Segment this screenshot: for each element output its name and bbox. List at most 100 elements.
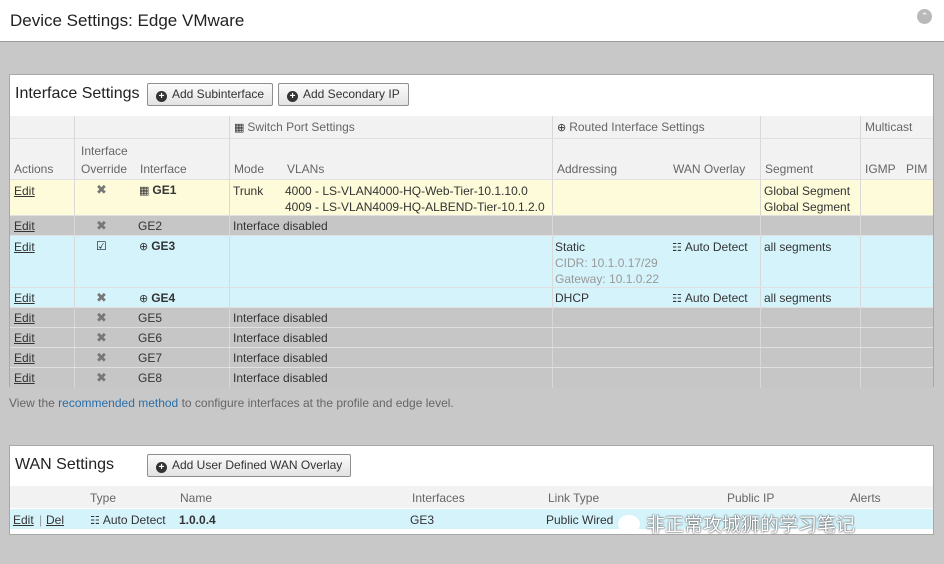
col-igmp: IGMP	[865, 162, 896, 176]
segment-value: all segments	[764, 240, 832, 254]
interface-name: GE2	[138, 219, 163, 233]
interface-name: GE1	[152, 183, 177, 197]
add-secondary-ip-label: Add Secondary IP	[303, 87, 400, 101]
col-pim: PIM	[906, 162, 928, 176]
col-override-line2: Override	[81, 162, 128, 176]
plus-circle-icon: +	[156, 91, 167, 102]
auto-detect-icon: ☷	[90, 515, 100, 527]
override-checked-icon[interactable]: ☑	[96, 239, 107, 253]
watermark: 非正常攻城狮的学习笔记	[618, 510, 855, 537]
wan-col-name: Name	[180, 491, 213, 505]
edit-link[interactable]: Edit	[14, 331, 35, 345]
switch-port-header: Switch Port Settings	[247, 120, 355, 134]
edit-link[interactable]: Edit	[14, 184, 35, 198]
interface-status: Interface disabled	[233, 371, 328, 385]
table-row: Edit ✖ GE5 Interface disabled	[10, 308, 933, 328]
table-row: Edit ✖ ▦ GE1 Trunk 4000 - LS-VLAN4000-HQ-…	[10, 180, 933, 216]
plus-circle-icon: +	[156, 462, 167, 473]
watermark-text: 非正常攻城狮的学习笔记	[646, 515, 856, 536]
recommended-method-link[interactable]: recommended method	[58, 396, 178, 410]
edit-link[interactable]: Edit	[14, 219, 35, 233]
wan-edit-link[interactable]: Edit	[13, 513, 34, 527]
interface-name: GE8	[138, 371, 163, 385]
add-wan-overlay-label: Add User Defined WAN Overlay	[172, 458, 343, 472]
mode-value: Trunk	[233, 184, 264, 198]
edit-link[interactable]: Edit	[14, 291, 35, 305]
plus-circle-icon: +	[287, 91, 298, 102]
edit-link[interactable]: Edit	[14, 311, 35, 325]
note-prefix: View the	[9, 396, 55, 410]
col-addressing: Addressing	[557, 162, 618, 176]
wan-type-value: Auto Detect	[102, 513, 166, 527]
column-header-row: Actions Interface Override Interface Mod…	[10, 139, 933, 180]
wan-delete-link[interactable]: Del	[46, 513, 64, 527]
override-off-icon[interactable]: ✖	[96, 370, 107, 386]
vlan-value: 4009 - LS-VLAN4009-HQ-ALBEND-Tier-10.1.2…	[285, 200, 545, 214]
wan-col-link-type: Link Type	[548, 491, 600, 505]
interface-status: Interface disabled	[233, 219, 328, 233]
multicast-header: Multicast	[865, 120, 913, 134]
wechat-icon	[618, 515, 640, 533]
edit-link[interactable]: Edit	[14, 351, 35, 365]
cidr-value: CIDR: 10.1.0.17/29	[555, 256, 658, 270]
table-row: Edit ✖ GE6 Interface disabled	[10, 328, 933, 348]
table-row: Edit ✖ GE2 Interface disabled	[10, 216, 933, 236]
switch-port-icon: ▦	[234, 122, 245, 134]
interface-name: GE4	[151, 291, 176, 305]
edit-link[interactable]: Edit	[14, 240, 35, 254]
wan-link-separator: |	[39, 513, 43, 527]
wan-overlay-value: Auto Detect	[684, 240, 748, 254]
vlan-value: 4000 - LS-VLAN4000-HQ-Web-Tier-10.1.10.0	[285, 184, 528, 198]
edit-link[interactable]: Edit	[14, 371, 35, 385]
interface-settings-header: Interface Settings + Add Subinterface + Ad…	[10, 75, 933, 113]
interface-settings-title: Interface Settings	[15, 85, 140, 102]
col-interface: Interface	[140, 162, 187, 176]
auto-detect-icon: ☷	[672, 242, 682, 254]
routed-interface-icon: ⊕	[557, 122, 567, 134]
col-override-line1: Interface	[81, 144, 128, 158]
override-off-icon[interactable]: ✖	[96, 330, 107, 346]
recommended-method-note: View the recommended method to configure…	[9, 396, 454, 410]
routed-header: Routed Interface Settings	[569, 120, 705, 134]
override-off-icon[interactable]: ✖	[96, 290, 107, 306]
wan-interfaces-value: GE3	[410, 513, 435, 527]
auto-detect-icon: ☷	[672, 293, 682, 305]
interface-status: Interface disabled	[233, 311, 328, 325]
segment-value: Global Segment	[764, 200, 851, 214]
col-vlans: VLANs	[287, 162, 325, 176]
add-subinterface-label: Add Subinterface	[172, 87, 265, 101]
addressing-value: DHCP	[555, 291, 590, 305]
gateway-value: Gateway: 10.1.0.22	[555, 272, 660, 286]
wan-col-public-ip: Public IP	[727, 491, 775, 505]
wan-link-type-value: Public Wired	[546, 513, 614, 527]
collapse-icon[interactable]: ⌃	[917, 9, 932, 24]
addressing-value: Static	[555, 240, 586, 254]
segment-value: Global Segment	[764, 184, 851, 198]
override-off-icon[interactable]: ✖	[96, 218, 107, 234]
override-off-icon[interactable]: ✖	[96, 350, 107, 366]
wan-col-interfaces: Interfaces	[412, 491, 465, 505]
wan-col-alerts: Alerts	[850, 491, 881, 505]
routed-interface-icon: ⊕	[139, 241, 149, 253]
override-off-icon[interactable]: ✖	[96, 310, 107, 326]
interface-status: Interface disabled	[233, 331, 328, 345]
interface-name: GE6	[138, 331, 163, 345]
group-header-row: ▦ Switch Port Settings ⊕ Routed Interface …	[10, 116, 933, 139]
col-mode: Mode	[234, 162, 265, 176]
wan-table-header: Type Name Interfaces Link Type Public IP…	[10, 486, 933, 508]
add-subinterface-button[interactable]: + Add Subinterface	[147, 83, 274, 106]
override-off-icon[interactable]: ✖	[96, 182, 107, 198]
wan-settings-title: WAN Settings	[15, 456, 114, 473]
add-secondary-ip-button[interactable]: + Add Secondary IP	[278, 83, 409, 106]
routed-interface-icon: ⊕	[139, 293, 149, 305]
interface-settings-panel: Interface Settings + Add Subinterface + Ad…	[9, 74, 934, 388]
table-row: Edit ☑ ⊕ GE3 Static CIDR: 10.1.0.17/29 Ga…	[10, 236, 933, 288]
table-row: Edit ✖ GE8 Interface disabled	[10, 368, 933, 388]
segment-value: all segments	[764, 291, 832, 305]
wan-name-value: 1.0.0.4	[179, 513, 216, 527]
add-wan-overlay-button[interactable]: + Add User Defined WAN Overlay	[147, 454, 352, 477]
wan-overlay-value: Auto Detect	[684, 291, 748, 305]
col-actions: Actions	[14, 162, 54, 176]
interface-name: GE3	[151, 239, 176, 253]
col-wan-overlay: WAN Overlay	[673, 162, 746, 176]
